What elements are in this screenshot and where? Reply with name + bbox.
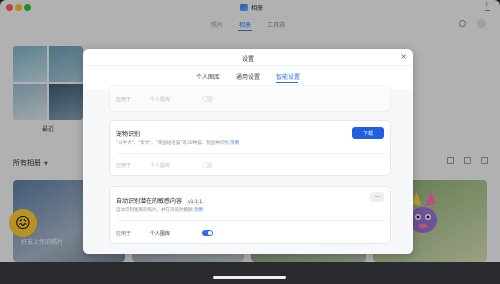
tab-general-settings[interactable]: 通用设置 — [236, 72, 260, 81]
settings-dialog: 设置 × 个人图库 通用设置 智能设置 应用于 个人图库 宠物识别 "斗牛犬"、… — [83, 49, 413, 254]
example-link[interactable]: 示例 — [230, 141, 239, 146]
feature-description: 自动识别图库的照片，并在浏览时模糊 示例 — [116, 207, 203, 213]
feature-card-previous: 应用于 个人图库 — [109, 85, 391, 112]
apply-to-label: 应用于 — [116, 163, 132, 169]
feature-title: 自动识别潜在的敏感内容 v1.1.1 — [116, 196, 205, 205]
feature-card-sensitive-content: 自动识别潜在的敏感内容 v1.1.1 自动识别图库的照片，并在浏览时模糊 示例 ·… — [109, 186, 391, 244]
settings-tabs: 个人图库 通用设置 智能设置 — [83, 72, 413, 84]
apply-option-label: 个人图库 — [150, 231, 171, 237]
tab-smart-settings[interactable]: 智能设置 — [276, 72, 300, 81]
apply-to-label: 应用于 — [116, 97, 132, 103]
tab-personal-library[interactable]: 个人图库 — [196, 72, 220, 81]
apply-to-label: 应用于 — [116, 231, 132, 237]
version-badge: v1.1.1 — [186, 200, 205, 205]
close-icon[interactable]: × — [400, 52, 407, 61]
download-button[interactable]: 下载 — [352, 127, 384, 139]
apply-toggle[interactable] — [202, 96, 213, 102]
apply-option-label: 个人图库 — [150, 163, 171, 169]
dialog-title: 设置 — [241, 56, 254, 63]
feature-description-text: 自动识别图库的照片，并在浏览时模糊 — [116, 208, 193, 213]
more-options-button[interactable]: ··· — [370, 192, 384, 202]
divider — [116, 153, 386, 154]
apply-toggle[interactable] — [202, 162, 213, 168]
apply-toggle[interactable] — [202, 230, 213, 236]
bottom-bar — [0, 262, 500, 284]
active-tab-indicator — [276, 82, 298, 83]
divider — [116, 220, 386, 221]
apply-option-label: 个人图库 — [150, 97, 171, 103]
feature-description-text: "斗牛犬"、"柴犬"、"英国短毛猫"等30种猫、狗品种识别 — [116, 141, 229, 146]
settings-scroll-area[interactable]: 应用于 个人图库 宠物识别 "斗牛犬"、"柴犬"、"英国短毛猫"等30种猫、狗品… — [83, 85, 413, 254]
feature-title: 宠物识别 — [116, 131, 141, 138]
feature-title-text: 自动识别潜在的敏感内容 — [116, 198, 183, 205]
feature-description: "斗牛犬"、"柴犬"、"英国短毛猫"等30种猫、狗品种识别 示例 — [116, 140, 239, 146]
feature-card-pet-recognition: 宠物识别 "斗牛犬"、"柴犬"、"英国短毛猫"等30种猫、狗品种识别 示例 下载… — [109, 120, 391, 176]
home-indicator — [213, 276, 286, 279]
example-link[interactable]: 示例 — [194, 208, 203, 213]
divider — [83, 65, 413, 66]
